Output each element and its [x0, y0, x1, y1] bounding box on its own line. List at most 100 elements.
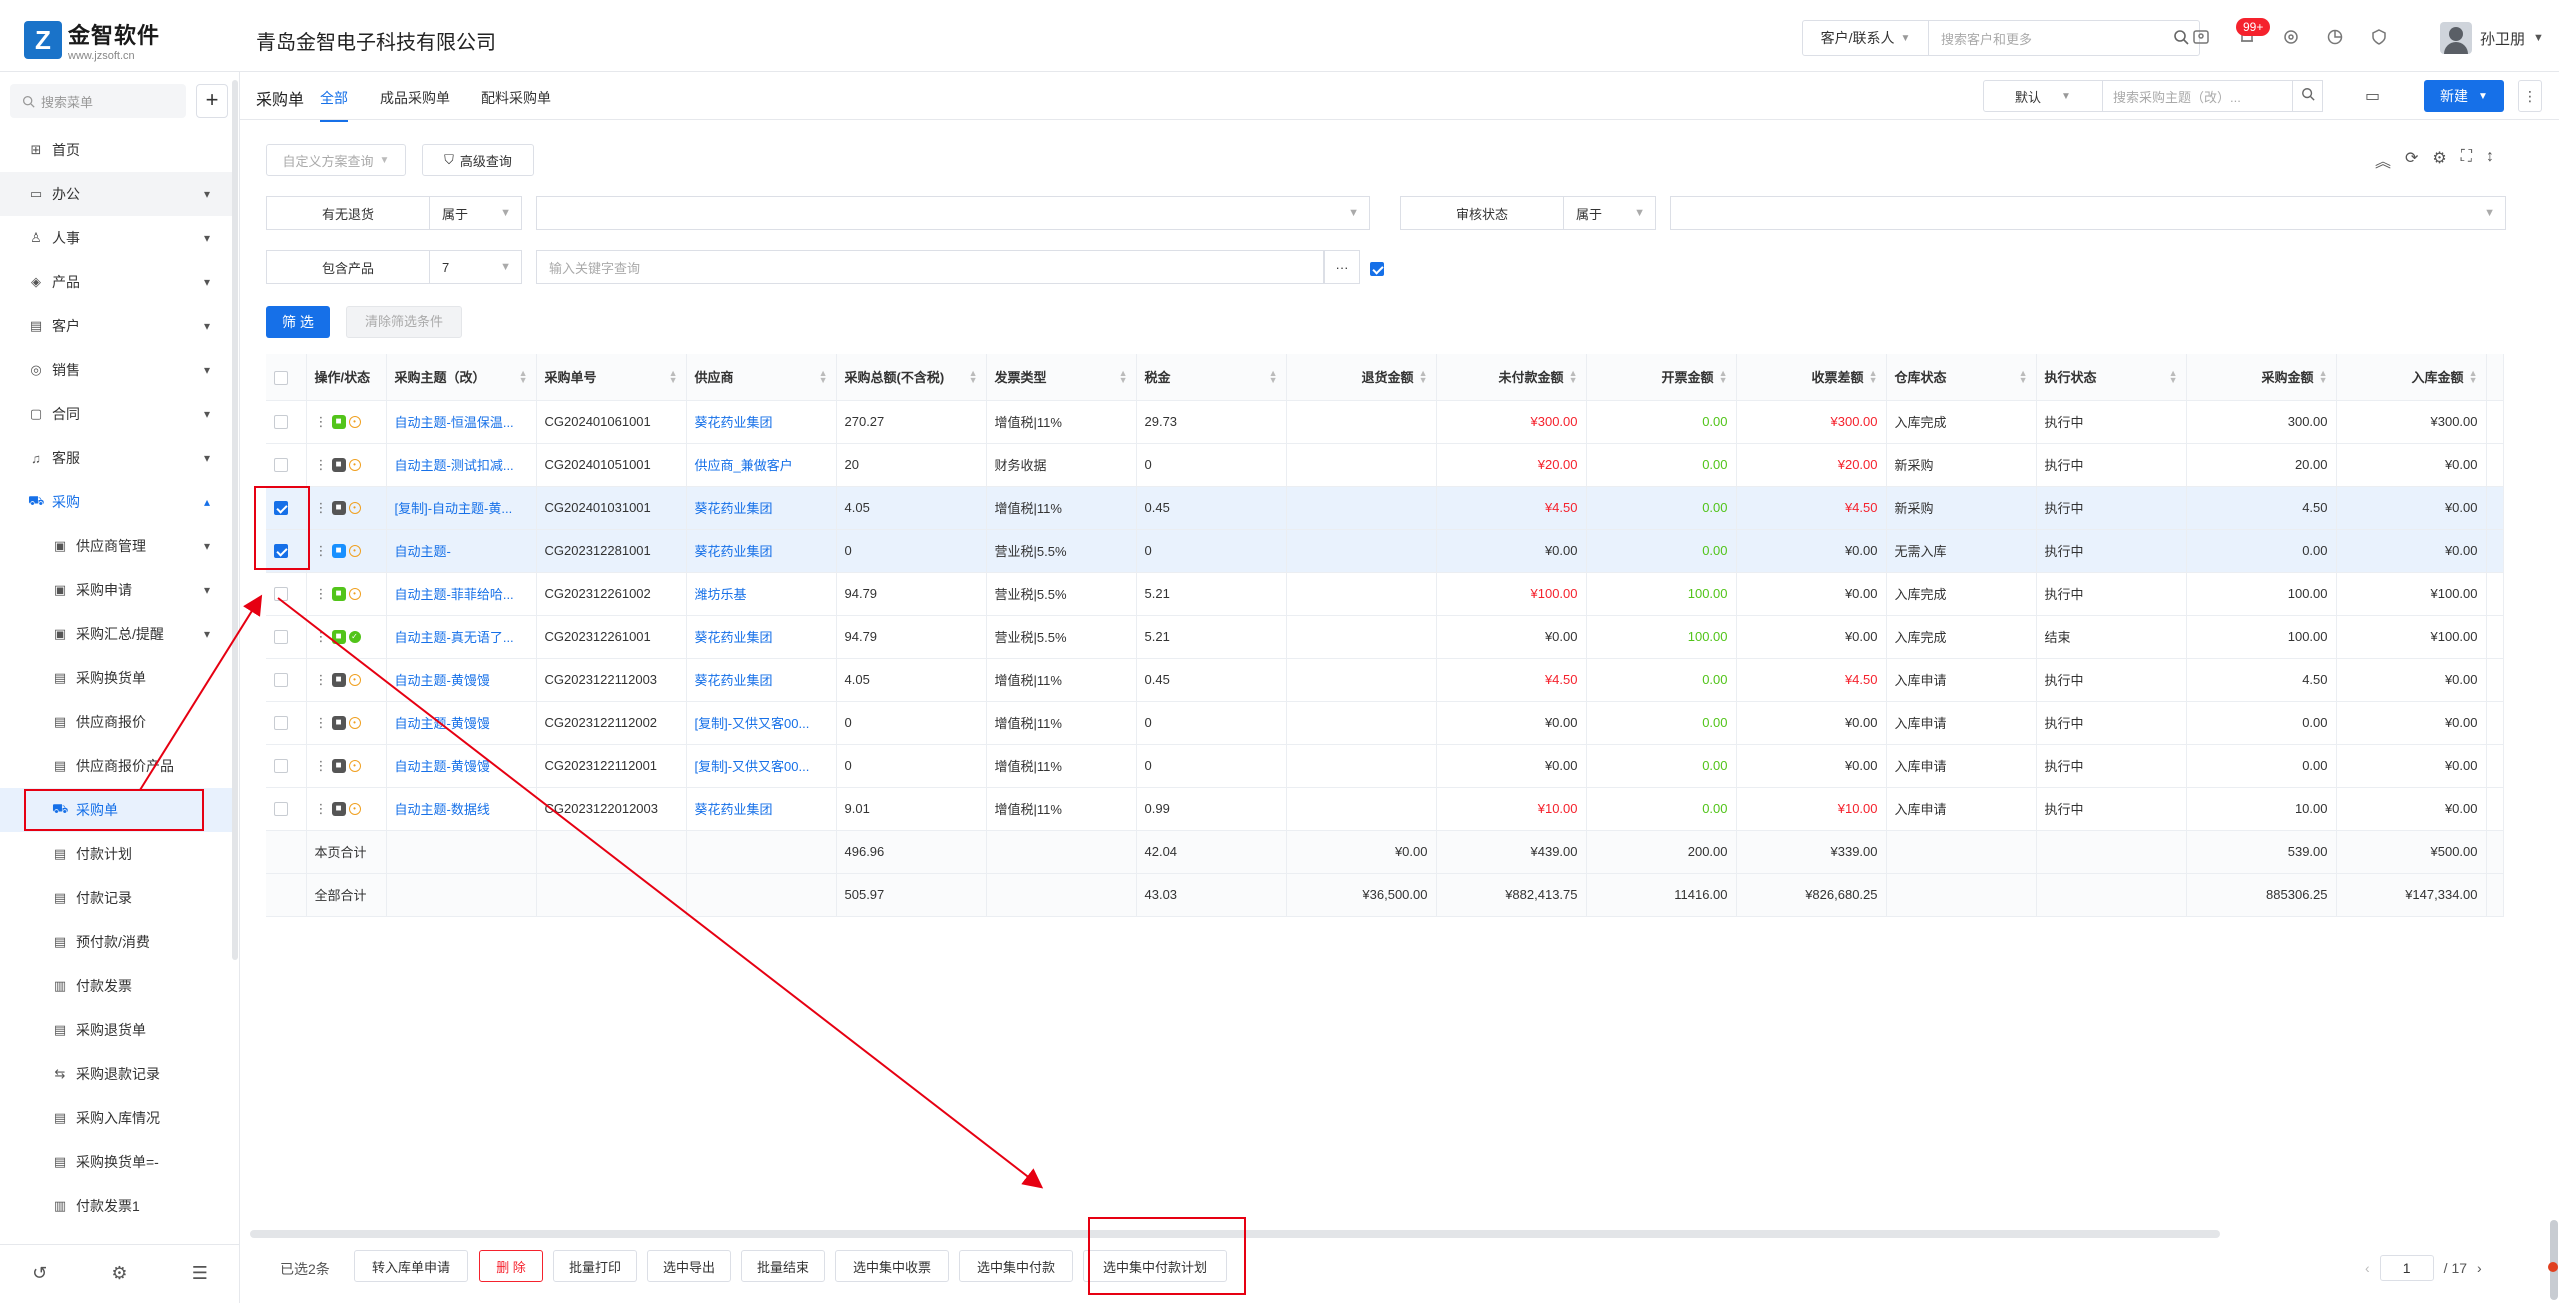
row-checkbox[interactable] — [266, 658, 307, 702]
sidebar-item-purchase-request[interactable]: ▣ 采购申请 ▾ — [0, 568, 232, 612]
more-icon[interactable]: ⋮ — [315, 715, 328, 730]
sort-icon[interactable]: ▲ ▼ — [1269, 369, 1278, 385]
col-header-return[interactable]: 退货金额 ▲ ▼ — [1286, 354, 1437, 401]
row-checkbox[interactable] — [266, 572, 307, 616]
table-row[interactable]: ⋮ ■ • 自动主题-测试扣减... CG202401051001 供应商_兼做客户 20 财… — [266, 443, 2504, 487]
cell-supplier[interactable]: 潍坊乐基 — [686, 572, 837, 616]
order-search-input[interactable]: 搜索采购主题（改）... — [2103, 80, 2293, 112]
more-icon[interactable]: ⋮ — [315, 500, 328, 515]
row-ops[interactable]: ⋮ ■ • — [306, 701, 387, 745]
cell-supplier[interactable]: [复制]-又供又客00... — [686, 701, 837, 745]
col-header-invoice-type[interactable]: 发票类型 ▲ ▼ — [986, 354, 1137, 401]
page-input[interactable]: 1 — [2379, 1255, 2434, 1281]
table-row[interactable]: ⋮ ■ • 自动主题-黄馒馒 CG2023122112003 葵花药业集团 4.05 增值税|… — [266, 658, 2504, 702]
sort-icon[interactable]: ▲ ▼ — [2319, 369, 2328, 385]
sidebar-item-purchase[interactable]: ⛟ 采购 ▴ — [0, 480, 232, 524]
sort-icon[interactable]: ▲ ▼ — [2019, 369, 2028, 385]
next-page-icon[interactable]: › — [2477, 1260, 2482, 1276]
sort-icon[interactable]: ▲ ▼ — [2469, 369, 2478, 385]
row-checkbox[interactable] — [266, 701, 307, 745]
gear-icon[interactable] — [2280, 26, 2302, 48]
prev-page-icon[interactable]: ‹ — [2365, 1260, 2370, 1276]
sidebar-item-refund-record[interactable]: ⇆ 采购退款记录 — [0, 1052, 232, 1096]
sidebar-item-contract[interactable]: ▢ 合同 ▾ — [0, 392, 232, 436]
filter-return-operator[interactable]: 属于 ▼ — [430, 196, 522, 230]
cell-supplier[interactable]: 葵花药业集团 — [686, 400, 837, 444]
col-header-order-no[interactable]: 采购单号 ▲ ▼ — [536, 354, 687, 401]
collapse-menu-icon[interactable]: ☰ — [192, 1263, 208, 1284]
table-row[interactable]: ⋮ ■ • 自动主题-菲菲给哈... CG202312261002 潍坊乐基 94.79 营业… — [266, 572, 2504, 616]
menu-search-input[interactable]: 搜索菜单 — [10, 84, 186, 118]
sort-icon[interactable]: ▲ ▼ — [1119, 369, 1128, 385]
sidebar-item-payment-record[interactable]: ▤ 付款记录 — [0, 876, 232, 920]
more-icon[interactable]: ⋮ — [315, 758, 328, 773]
search-scope-select[interactable]: 客户/联系人 ▼ — [1803, 21, 1929, 55]
col-header-tax[interactable]: 税金 ▲ ▼ — [1136, 354, 1287, 401]
collapse-up-icon[interactable]: ︽ — [2375, 148, 2391, 172]
sidebar-item-prepay[interactable]: ▤ 预付款/消费 — [0, 920, 232, 964]
col-header-total[interactable]: 采购总额(不含税) ▲ ▼ — [836, 354, 987, 401]
settings-sliders-icon[interactable]: ⚙ — [111, 1263, 127, 1284]
row-ops[interactable]: ⋮ ■ • — [306, 443, 387, 487]
global-search-input[interactable]: 搜索客户和更多 — [1929, 29, 2163, 48]
row-checkbox[interactable] — [266, 744, 307, 788]
more-icon[interactable]: ⋮ — [315, 801, 328, 816]
column-height-icon[interactable]: ↕ — [2486, 148, 2494, 172]
cell-subject[interactable]: 自动主题-黄馒馒 — [386, 701, 537, 745]
row-ops[interactable]: ⋮ ■ • — [306, 486, 387, 530]
floating-dot-icon[interactable] — [2548, 1262, 2558, 1272]
page-scrollbar[interactable] — [2550, 1220, 2558, 1300]
sort-icon[interactable]: ▲ ▼ — [1569, 369, 1578, 385]
cell-subject[interactable]: 自动主题-恒温保温... — [386, 400, 537, 444]
more-icon[interactable]: ⋮ — [315, 586, 328, 601]
row-ops[interactable]: ⋮ ■ • — [306, 529, 387, 573]
tab-ingredients[interactable]: 配料采购单 — [481, 88, 551, 108]
advanced-query-button[interactable]: ⛉ 高级查询 — [422, 144, 534, 176]
row-ops[interactable]: ⋮ ■ • — [306, 658, 387, 702]
filter-product-operator[interactable]: 7 ▼ — [430, 250, 522, 284]
cell-supplier[interactable]: 葵花药业集团 — [686, 529, 837, 573]
cell-subject[interactable]: 自动主题-菲菲给哈... — [386, 572, 537, 616]
cell-subject[interactable]: 自动主题-测试扣减... — [386, 443, 537, 487]
batch-end-button[interactable]: 批量结束 — [741, 1250, 825, 1282]
col-header-amount[interactable]: 采购金额 ▲ ▼ — [2186, 354, 2337, 401]
sidebar-item-supplier-quote[interactable]: ▤ 供应商报价 — [0, 700, 232, 744]
clear-filter-button[interactable]: 清除筛选条件 — [346, 306, 462, 338]
col-header-exec[interactable]: 执行状态 ▲ ▼ — [2036, 354, 2187, 401]
sidebar-item-supplier-mgmt[interactable]: ▣ 供应商管理 ▾ — [0, 524, 232, 568]
table-row[interactable]: ⋮ ■ • [复制]-自动主题-黄... CG202401031001 葵花药业集团 4.0… — [266, 486, 2504, 530]
to-stock-request-button[interactable]: 转入库单申请 — [354, 1250, 468, 1282]
table-row[interactable]: ⋮ ■ • 自动主题-恒温保温... CG202401061001 葵花药业集团 270.2… — [266, 400, 2504, 444]
cell-subject[interactable]: [复制]-自动主题-黄... — [386, 486, 537, 530]
contacts-icon[interactable] — [2190, 26, 2212, 48]
row-ops[interactable]: ⋮ ■ • — [306, 572, 387, 616]
filter-product-checkbox[interactable] — [1370, 260, 1384, 277]
row-checkbox[interactable] — [266, 400, 307, 444]
export-selected-button[interactable]: 选中导出 — [647, 1250, 731, 1282]
table-row[interactable]: ⋮ ■ ✓ 自动主题-真无语了... CG202312261001 葵花药业集团 94.79… — [266, 615, 2504, 659]
sidebar-item-payment-invoice[interactable]: ▥ 付款发票 — [0, 964, 232, 1008]
cell-supplier[interactable]: 葵花药业集团 — [686, 787, 837, 831]
filter-button[interactable]: 筛 选 — [266, 306, 330, 338]
sidebar-item-product[interactable]: ◈ 产品 ▾ — [0, 260, 232, 304]
more-options-icon[interactable]: ··· — [1324, 250, 1360, 284]
add-menu-button[interactable]: + — [196, 84, 228, 118]
sidebar-item-return-order[interactable]: ▤ 采购退货单 — [0, 1008, 232, 1052]
sort-icon[interactable]: ▲ ▼ — [1719, 369, 1728, 385]
batch-print-button[interactable]: 批量打印 — [553, 1250, 637, 1282]
sidebar-item-hr[interactable]: ♙ 人事 ▾ — [0, 216, 232, 260]
batch-payment-button[interactable]: 选中集中付款 — [959, 1250, 1073, 1282]
sort-icon[interactable]: ▲ ▼ — [1419, 369, 1428, 385]
refresh-icon[interactable]: ⟳ — [2405, 148, 2418, 172]
filter-audit-operator[interactable]: 属于 ▼ — [1564, 196, 1656, 230]
cell-supplier[interactable]: 葵花药业集团 — [686, 615, 837, 659]
table-row[interactable]: ⋮ ■ • 自动主题-黄馒馒 CG2023122112002 [复制]-又供又客00...… — [266, 701, 2504, 745]
filter-product-input[interactable]: 输入关键字查询 — [536, 250, 1324, 284]
col-header-unpaid[interactable]: 未付款金额 ▲ ▼ — [1436, 354, 1587, 401]
row-ops[interactable]: ⋮ ■ • — [306, 400, 387, 444]
col-header-billed[interactable]: 开票金额 ▲ ▼ — [1586, 354, 1737, 401]
fullscreen-icon[interactable]: ⛶ — [2461, 148, 2472, 172]
sidebar-item-quote-product[interactable]: ▤ 供应商报价产品 — [0, 744, 232, 788]
monitor-icon[interactable]: ▭ — [2365, 86, 2380, 106]
col-header-stock[interactable]: 入库金额 ▲ ▼ — [2336, 354, 2487, 401]
